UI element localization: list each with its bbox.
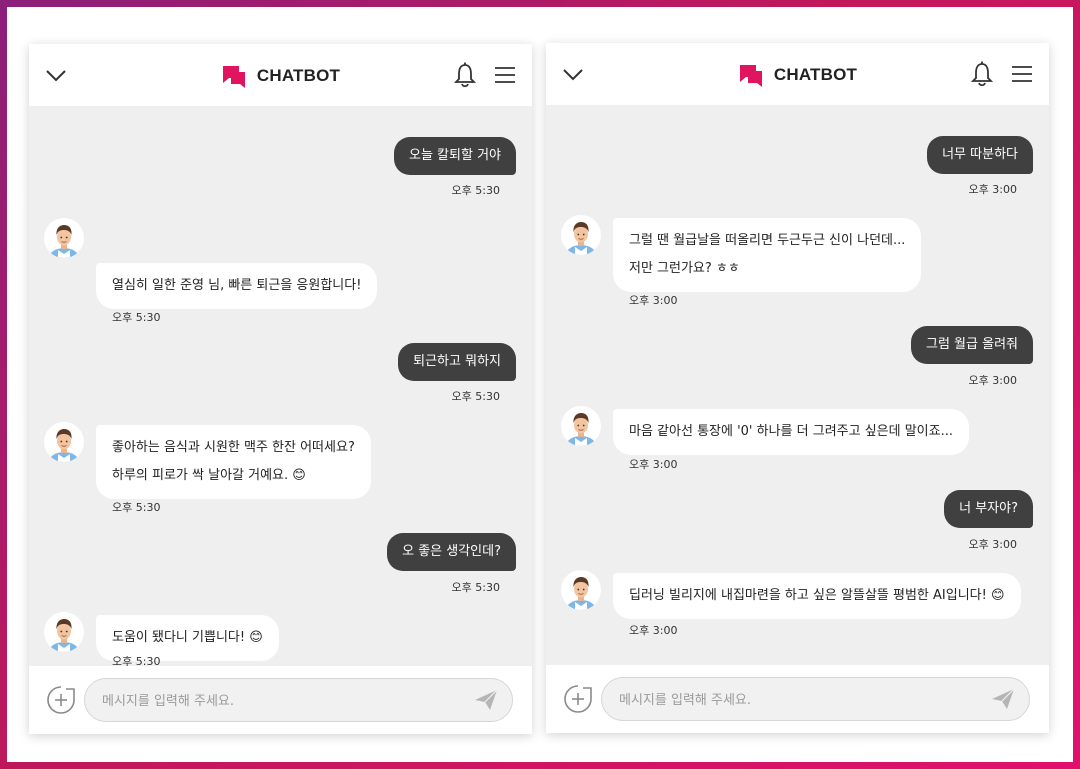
chat-bubble-icon (222, 66, 245, 88)
message-input[interactable] (100, 679, 464, 723)
user-message: 퇴근하고 뭐하지 (398, 343, 516, 381)
message-time: 오후 3:00 (968, 538, 1017, 551)
message-list[interactable]: 너무 따분하다 오후 3:00 그럴 땐 월급날을 떠올리면 두근두근 신이 나… (546, 105, 1049, 660)
menu-icon[interactable] (1011, 65, 1033, 83)
avatar (44, 422, 84, 462)
bot-message: 마음 같아선 통장에 '0' 하나를 더 그려주고 싶은데 말이죠... (613, 409, 969, 455)
user-message: 오늘 칼퇴할 거야 (394, 137, 516, 175)
bot-message-line: 그럴 땐 월급날을 떠올리면 두근두근 신이 나던데... (629, 233, 906, 248)
user-message: 너 부자야? (944, 490, 1033, 528)
bot-message: 열심히 일한 준영 님, 빠른 퇴근을 응원합니다! (96, 263, 378, 309)
chat-bubble-icon (739, 65, 762, 87)
message-input[interactable] (617, 678, 981, 722)
bot-message-line: 좋아하는 음식과 시원한 맥주 한잔 어떠세요? (112, 440, 355, 455)
plus-circle-icon[interactable] (563, 684, 593, 714)
user-message: 오 좋은 생각인데? (387, 533, 516, 571)
bot-message-line: 딥러닝 빌리지에 내집마련을 하고 싶은 알뜰살뜰 평범한 AI입니다! 😊 (629, 588, 1005, 603)
message-time: 오후 3:00 (629, 294, 678, 307)
bot-message: 좋아하는 음식과 시원한 맥주 한잔 어떠세요? 하루의 피로가 싹 날아갈 거… (96, 425, 371, 499)
bot-message-line: 마음 같아선 통장에 '0' 하나를 더 그려주고 싶은데 말이죠... (629, 424, 953, 439)
send-icon[interactable] (991, 688, 1015, 710)
chat-window-right: CHATBOT 너무 따분하다 오후 3:00 그럴 땐 월급날을 떠올리면 두… (546, 43, 1049, 733)
avatar (561, 215, 601, 255)
message-time: 오후 3:00 (629, 458, 678, 471)
chat-header: CHATBOT (546, 43, 1049, 105)
message-time: 오후 5:30 (112, 311, 161, 324)
chat-footer (546, 665, 1049, 733)
avatar (561, 406, 601, 446)
avatar (561, 570, 601, 610)
canvas: CHATBOT 오늘 칼퇴할 거야 오후 5:30 열심히 일한 준영 님, 빠… (7, 7, 1073, 762)
message-time: 오후 5:30 (451, 184, 500, 197)
bot-message-line: 열심히 일한 준영 님, 빠른 퇴근을 응원합니다! (112, 278, 362, 293)
bell-icon[interactable] (971, 61, 993, 87)
bot-message-line: 저만 그런가요? ㅎㅎ (629, 261, 740, 276)
bot-message-line: 하루의 피로가 싹 날아갈 거예요. 😊 (112, 468, 306, 483)
message-time: 오후 5:30 (451, 390, 500, 403)
plus-circle-icon[interactable] (46, 685, 76, 715)
user-message: 너무 따분하다 (927, 136, 1033, 174)
bot-message-line: 도움이 됐다니 기쁩니다! 😊 (112, 630, 263, 645)
avatar (44, 612, 84, 652)
message-time: 오후 5:30 (451, 581, 500, 594)
bell-icon[interactable] (454, 62, 476, 88)
menu-icon[interactable] (494, 66, 516, 84)
message-input-box[interactable] (601, 677, 1030, 722)
chat-header: CHATBOT (29, 44, 532, 106)
brand-title: CHATBOT (256, 66, 341, 85)
bot-message: 딥러닝 빌리지에 내집마련을 하고 싶은 알뜰살뜰 평범한 AI입니다! 😊 (613, 573, 1021, 619)
message-time: 오후 3:00 (629, 624, 678, 637)
brand-title: CHATBOT (773, 65, 858, 84)
message-time: 오후 3:00 (968, 374, 1017, 387)
message-time: 오후 5:30 (112, 501, 161, 514)
user-message: 그럼 월급 올려줘 (911, 326, 1033, 364)
chat-footer (29, 666, 532, 734)
bot-message: 그럴 땐 월급날을 떠올리면 두근두근 신이 나던데... 저만 그런가요? ㅎ… (613, 218, 922, 292)
message-list[interactable]: 오늘 칼퇴할 거야 오후 5:30 열심히 일한 준영 님, 빠른 퇴근을 응원… (29, 106, 532, 661)
avatar (44, 218, 84, 258)
message-input-box[interactable] (84, 678, 513, 723)
message-time: 오후 3:00 (968, 183, 1017, 196)
chat-window-left: CHATBOT 오늘 칼퇴할 거야 오후 5:30 열심히 일한 준영 님, 빠… (29, 44, 532, 734)
send-icon[interactable] (474, 689, 498, 711)
